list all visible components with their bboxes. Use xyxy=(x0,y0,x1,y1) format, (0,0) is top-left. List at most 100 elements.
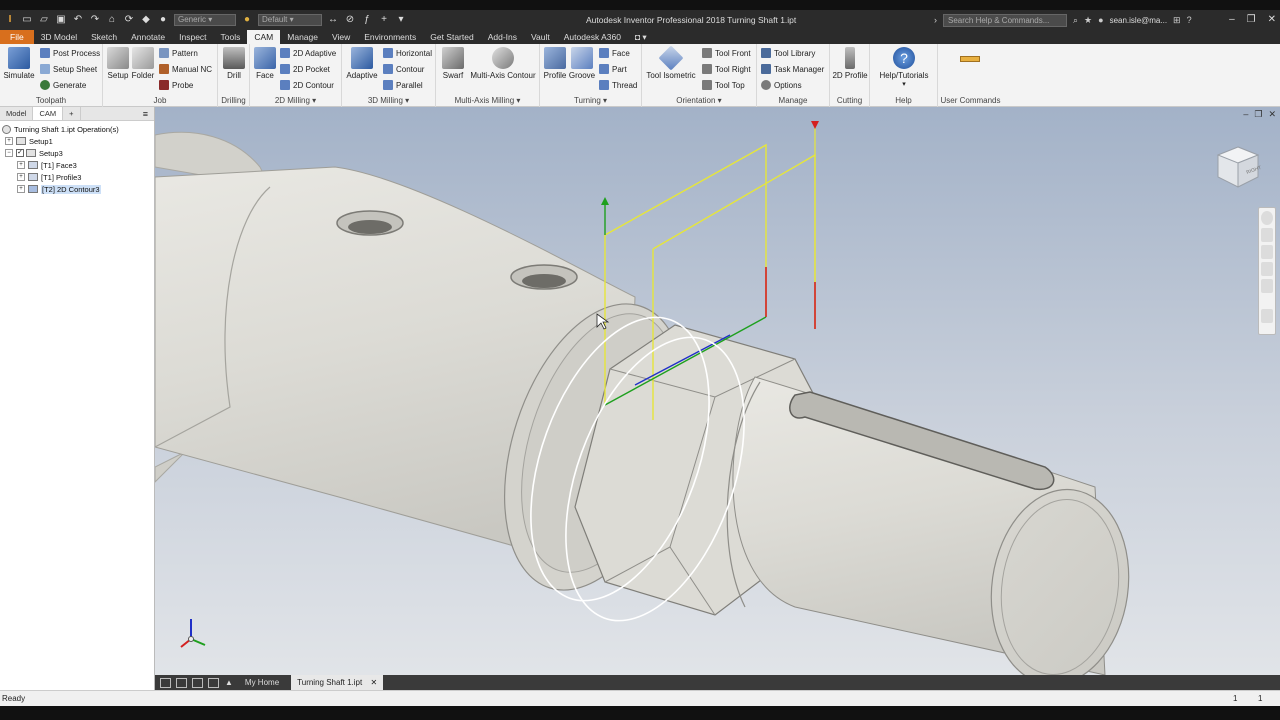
orbit-icon[interactable] xyxy=(1261,262,1273,276)
turning-profile-button[interactable]: Profile xyxy=(541,47,569,80)
2d-profile-button[interactable]: 2D Profile xyxy=(832,47,868,80)
manual-nc-button[interactable]: Manual NC xyxy=(159,64,212,74)
tab-add-ins[interactable]: Add-Ins xyxy=(481,30,524,44)
arrange-horizontal-icon[interactable] xyxy=(192,677,203,688)
options-button[interactable]: Options xyxy=(761,80,802,90)
group-2d-milling-label[interactable]: 2D Milling ▾ xyxy=(250,96,341,105)
arrange-vertical-icon[interactable] xyxy=(208,677,219,688)
user-command-ruler-icon[interactable] xyxy=(960,56,980,62)
tool-isometric-button[interactable]: Tool Isometric xyxy=(645,45,697,80)
collapse-icon[interactable]: − xyxy=(5,149,13,157)
simulate-button[interactable]: Simulate xyxy=(3,47,35,80)
workspace-select[interactable]: Generic ▾ xyxy=(174,14,236,26)
tree-item-profile3[interactable]: + [T1] Profile3 xyxy=(2,171,152,183)
expand-icon[interactable]: + xyxy=(17,173,25,181)
tab-inspect[interactable]: Inspect xyxy=(172,30,213,44)
expand-icon[interactable]: + xyxy=(17,185,25,193)
help-icon[interactable]: ? xyxy=(1187,15,1192,25)
help-search-input[interactable]: Search Help & Commands... xyxy=(943,13,1067,27)
tab-get-started[interactable]: Get Started xyxy=(423,30,480,44)
tab-close-icon[interactable]: ✕ xyxy=(370,678,377,687)
tab-environments[interactable]: Environments xyxy=(357,30,423,44)
minimize-icon[interactable]: – xyxy=(1229,14,1235,25)
tab-tools[interactable]: Tools xyxy=(214,30,248,44)
save-icon[interactable]: ▣ xyxy=(55,14,67,26)
pattern-button[interactable]: Pattern xyxy=(159,48,198,58)
clear-icon[interactable]: ⊘ xyxy=(344,14,356,26)
graphics-viewport[interactable]: – ❐ ✕ RIGHT xyxy=(155,107,1280,675)
qat-dropdown-icon[interactable]: ▾ xyxy=(395,14,407,26)
fx-icon[interactable]: ƒ xyxy=(361,14,373,26)
viewport-minimize-icon[interactable]: – xyxy=(1243,109,1248,120)
help-tutorials-button[interactable]: ? Help/Tutorials ▾ xyxy=(874,47,934,88)
groove-button[interactable]: Groove xyxy=(568,47,596,80)
tool-right-button[interactable]: Tool Right xyxy=(702,64,751,74)
browser-tab-model[interactable]: Model xyxy=(0,107,34,120)
home-icon[interactable]: ⌂ xyxy=(106,14,118,26)
star-icon[interactable]: ★ xyxy=(1084,15,1092,26)
cart-icon[interactable]: ⊞ xyxy=(1173,15,1181,26)
pan-icon[interactable] xyxy=(1261,228,1273,242)
chevron-right-icon[interactable]: › xyxy=(934,15,937,25)
plus-icon[interactable]: + xyxy=(378,14,390,26)
turning-face-button[interactable]: Face xyxy=(599,48,630,58)
2d-adaptive-button[interactable]: 2D Adaptive xyxy=(280,48,336,58)
close-icon[interactable]: ✕ xyxy=(1268,14,1276,25)
tab-autodesk-a360[interactable]: Autodesk A360 xyxy=(557,30,628,44)
parallel-button[interactable]: Parallel xyxy=(383,80,423,90)
tab-turning-shaft[interactable]: Turning Shaft 1.ipt ✕ xyxy=(291,675,384,690)
drill-button[interactable]: Drill xyxy=(221,47,247,80)
tab-view[interactable]: View xyxy=(325,30,357,44)
tab-cam[interactable]: CAM xyxy=(247,30,281,44)
group-3d-milling-label[interactable]: 3D Milling ▾ xyxy=(342,96,435,105)
open-icon[interactable]: ▱ xyxy=(38,14,50,26)
contour-button[interactable]: Contour xyxy=(383,64,424,74)
tree-item-setup3[interactable]: − ✓ Setup3 xyxy=(2,147,152,159)
group-multi-axis-label[interactable]: Multi-Axis Milling ▾ xyxy=(436,96,539,105)
tile-windows-icon[interactable] xyxy=(176,677,187,688)
tab-vault[interactable]: Vault xyxy=(524,30,557,44)
navbar-options-icon[interactable] xyxy=(1261,309,1273,323)
inventor-logo-icon[interactable]: I xyxy=(4,14,16,26)
look-at-icon[interactable] xyxy=(1261,279,1273,293)
task-manager-button[interactable]: Task Manager xyxy=(761,64,824,74)
tab-3d-model[interactable]: 3D Model xyxy=(34,30,84,44)
browser-tab-add[interactable]: + xyxy=(63,107,81,120)
tab-manage[interactable]: Manage xyxy=(280,30,325,44)
doc-tabs-up-icon[interactable]: ▲ xyxy=(225,678,233,687)
zoom-icon[interactable] xyxy=(1261,245,1273,259)
undo-icon[interactable]: ↶ xyxy=(72,14,84,26)
view-cube[interactable]: RIGHT xyxy=(1214,143,1262,191)
tool-library-button[interactable]: Tool Library xyxy=(761,48,815,58)
cascade-windows-icon[interactable] xyxy=(160,677,171,688)
tree-item-setup1[interactable]: + Setup1 xyxy=(2,135,152,147)
tool-top-button[interactable]: Tool Top xyxy=(702,80,745,90)
help-dropdown-icon[interactable]: ▾ xyxy=(874,80,934,88)
browser-tab-cam[interactable]: CAM xyxy=(33,107,64,120)
expand-icon[interactable]: + xyxy=(17,161,25,169)
tree-item-face3[interactable]: + [T1] Face3 xyxy=(2,159,152,171)
tab-sketch[interactable]: Sketch xyxy=(84,30,124,44)
update-icon[interactable]: ⟳ xyxy=(123,14,135,26)
new-file-icon[interactable]: ▭ xyxy=(21,14,33,26)
maximize-icon[interactable]: ❐ xyxy=(1247,14,1256,25)
thread-button[interactable]: Thread xyxy=(599,80,637,90)
2d-contour-button[interactable]: 2D Contour xyxy=(280,80,334,90)
search-binoculars-icon[interactable]: ⌕ xyxy=(1073,15,1078,26)
setup3-checkbox[interactable]: ✓ xyxy=(16,149,24,157)
post-process-button[interactable]: Post Process xyxy=(40,48,100,58)
tab-annotate[interactable]: Annotate xyxy=(124,30,172,44)
steering-wheel-icon[interactable] xyxy=(1261,211,1273,225)
folder-button[interactable]: Folder xyxy=(130,47,156,80)
generate-button[interactable]: Generate xyxy=(40,80,86,90)
appearance-select[interactable]: Default ▾ xyxy=(258,14,322,26)
horizontal-button[interactable]: Horizontal xyxy=(383,48,432,58)
color-icon[interactable]: ● xyxy=(157,14,169,26)
user-account[interactable]: sean.isle@ma... xyxy=(1110,16,1167,25)
select-icon[interactable]: ◆ xyxy=(140,14,152,26)
adaptive-button[interactable]: Adaptive xyxy=(344,47,380,80)
setup-button[interactable]: Setup xyxy=(105,47,131,80)
browser-menu-icon[interactable]: ≡ xyxy=(137,107,154,120)
viewport-restore-icon[interactable]: ❐ xyxy=(1254,109,1262,120)
group-orientation-label[interactable]: Orientation ▾ xyxy=(642,96,756,105)
